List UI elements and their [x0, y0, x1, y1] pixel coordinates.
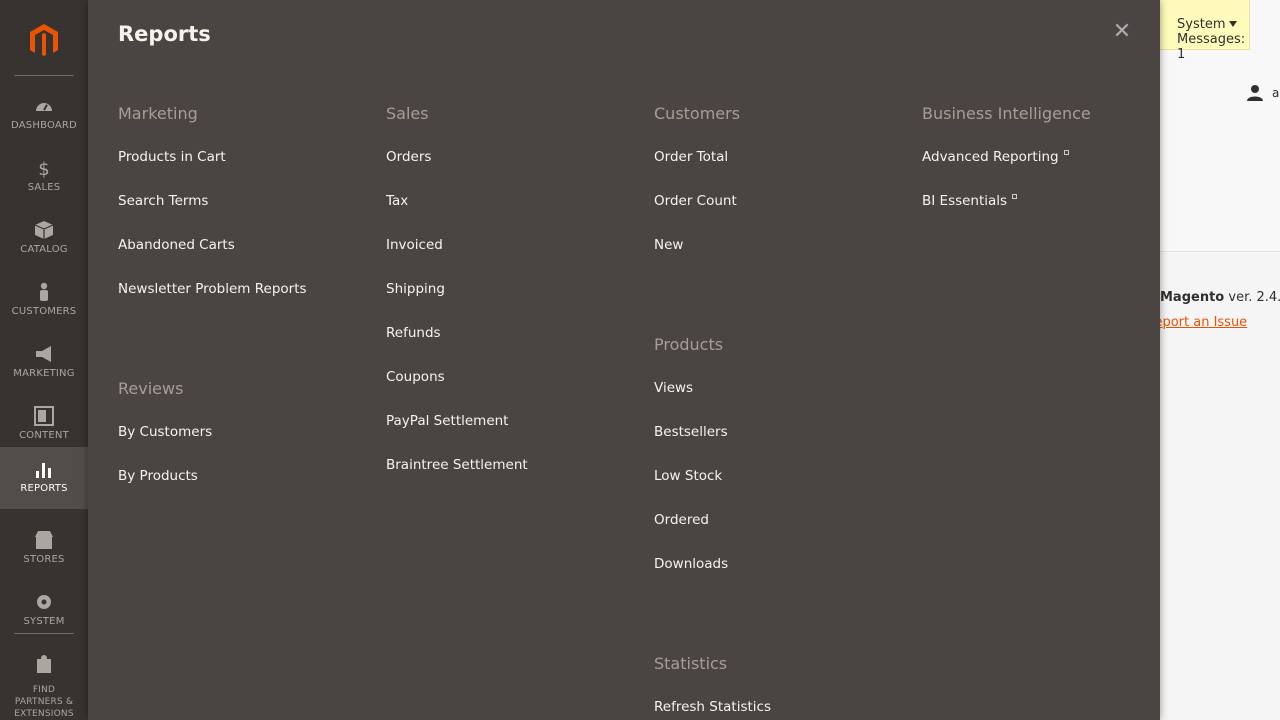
- menu-item-order-count[interactable]: Order Count: [654, 191, 904, 235]
- svg-text:$: $: [38, 159, 49, 178]
- menu-item-order-total[interactable]: Order Total: [654, 147, 904, 191]
- nav-item-sales[interactable]: $ Sales: [0, 152, 88, 214]
- menu-item-paypal-settlement[interactable]: PayPal Settlement: [386, 411, 636, 455]
- magento-logo-icon[interactable]: [26, 22, 62, 58]
- reports-flyout: Reports ✕ Marketing Products in Cart Sea…: [88, 0, 1160, 720]
- admin-user-menu[interactable]: admin: [1244, 82, 1280, 106]
- admin-sidebar: Dashboard $ Sales Catalog Customers Mark…: [0, 0, 88, 720]
- section-title: Business Intelligence: [922, 104, 1091, 123]
- bar-chart-icon: [36, 463, 51, 478]
- section-title: Products: [654, 335, 724, 354]
- footer-version: Magento ver. 2.4.6: [1160, 290, 1280, 305]
- nav-item-label: System: [23, 616, 65, 627]
- statistics-section: Statistics Refresh Statistics: [654, 654, 904, 720]
- system-messages-label: System Messages: 1: [1177, 17, 1246, 62]
- chevron-down-icon: [1229, 21, 1237, 27]
- nav-item-label: Catalog: [20, 244, 68, 255]
- external-link-icon: [1063, 150, 1069, 155]
- menu-item-downloads[interactable]: Downloads: [654, 554, 904, 598]
- menu-item-bestsellers[interactable]: Bestsellers: [654, 422, 904, 466]
- admin-user-label: admin: [1272, 86, 1280, 100]
- flyout-title: Reports: [118, 22, 211, 46]
- menu-item-refresh-statistics[interactable]: Refresh Statistics: [654, 697, 904, 720]
- menu-item-search-terms[interactable]: Search Terms: [118, 191, 368, 235]
- nav-item-extensions[interactable]: Find Partners & Extensions: [0, 648, 88, 720]
- menu-item-by-products[interactable]: By Products: [118, 466, 368, 510]
- layout-icon: [34, 406, 54, 426]
- business-intelligence-section: Business Intelligence Advanced Reporting…: [922, 104, 1172, 235]
- store-icon: [35, 531, 53, 549]
- section-title: Customers: [654, 104, 741, 123]
- menu-item-tax[interactable]: Tax: [386, 191, 636, 235]
- nav-item-customers[interactable]: Customers: [0, 276, 88, 338]
- nav-divider: [14, 633, 74, 634]
- nav-item-marketing[interactable]: Marketing: [0, 338, 88, 400]
- menu-item-coupons[interactable]: Coupons: [386, 367, 636, 411]
- menu-item-shipping[interactable]: Shipping: [386, 279, 636, 323]
- menu-item-new-customers[interactable]: New: [654, 235, 904, 279]
- external-link-icon: [1012, 194, 1018, 199]
- sales-section: Sales Orders Tax Invoiced Shipping Refun…: [386, 104, 636, 499]
- nav-item-catalog[interactable]: Catalog: [0, 214, 88, 276]
- menu-item-advanced-reporting[interactable]: Advanced Reporting: [922, 147, 1172, 191]
- menu-item-low-stock[interactable]: Low Stock: [654, 466, 904, 510]
- nav-item-reports[interactable]: Reports: [0, 447, 88, 509]
- marketing-section: Marketing Products in Cart Search Terms …: [118, 104, 368, 323]
- nav-item-label: Customers: [11, 306, 77, 317]
- nav-item-stores[interactable]: Stores: [0, 524, 88, 586]
- nav-item-label: Marketing: [13, 368, 75, 379]
- box-icon: [34, 221, 54, 239]
- user-icon: [1247, 85, 1263, 101]
- menu-item-newsletter-problem-reports[interactable]: Newsletter Problem Reports: [118, 279, 368, 323]
- nav-item-label: Content: [19, 430, 69, 441]
- report-issue-link[interactable]: Report an Issue: [1146, 315, 1247, 330]
- reviews-section: Reviews By Customers By Products: [118, 379, 368, 510]
- menu-item-invoiced[interactable]: Invoiced: [386, 235, 636, 279]
- menu-item-orders[interactable]: Orders: [386, 147, 636, 191]
- menu-item-braintree-settlement[interactable]: Braintree Settlement: [386, 455, 636, 499]
- dollar-icon: $: [38, 159, 49, 178]
- nav-item-label: Reports: [20, 483, 68, 494]
- gear-icon: [37, 595, 51, 609]
- nav-item-label: Stores: [23, 554, 65, 565]
- puzzle-icon: [37, 655, 51, 673]
- section-title: Reviews: [118, 379, 184, 398]
- nav-item-label: Dashboard: [11, 120, 77, 131]
- menu-item-bi-essentials[interactable]: BI Essentials: [922, 191, 1172, 235]
- customers-section: Customers Order Total Order Count New: [654, 104, 904, 279]
- person-icon: [40, 282, 48, 301]
- section-title: Statistics: [654, 654, 728, 673]
- menu-item-views[interactable]: Views: [654, 378, 904, 422]
- section-title: Marketing: [118, 104, 198, 123]
- nav-item-dashboard[interactable]: Dashboard: [0, 90, 88, 152]
- products-section: Products Views Bestsellers Low Stock Ord…: [654, 335, 904, 598]
- menu-item-refunds[interactable]: Refunds: [386, 323, 636, 367]
- megaphone-icon: [36, 346, 51, 362]
- nav-item-label: Sales: [27, 182, 61, 193]
- nav-item-system[interactable]: System: [0, 586, 88, 648]
- nav-item-label: Find Partners & Extensions: [14, 685, 74, 719]
- menu-item-products-in-cart[interactable]: Products in Cart: [118, 147, 368, 191]
- section-title: Sales: [386, 104, 429, 123]
- menu-item-abandoned-carts[interactable]: Abandoned Carts: [118, 235, 368, 279]
- close-icon[interactable]: ✕: [1110, 20, 1134, 44]
- menu-item-by-customers[interactable]: By Customers: [118, 422, 368, 466]
- menu-item-ordered[interactable]: Ordered: [654, 510, 904, 554]
- nav-divider: [14, 75, 74, 76]
- dashboard-icon: [36, 103, 52, 111]
